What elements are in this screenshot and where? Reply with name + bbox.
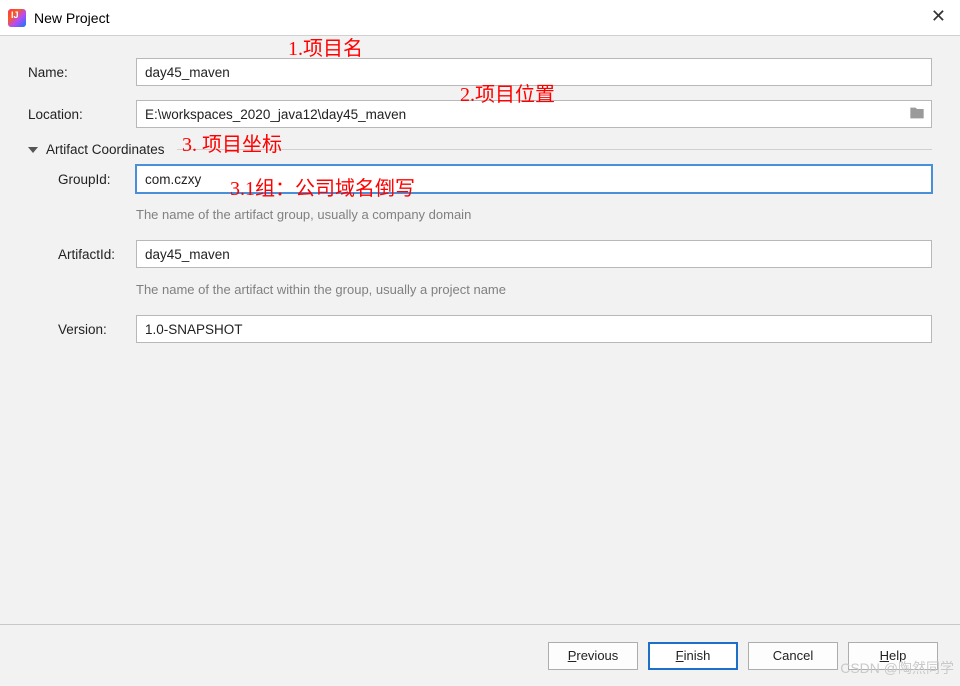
folder-icon[interactable] — [908, 105, 926, 121]
location-row: Location: — [28, 100, 932, 128]
titlebar: New Project ✕ — [0, 0, 960, 36]
artifact-block: GroupId: The name of the artifact group,… — [28, 165, 932, 343]
finish-button[interactable]: Finish — [648, 642, 738, 670]
location-label: Location: — [28, 107, 136, 122]
previous-button[interactable]: Previous — [548, 642, 638, 670]
cancel-button[interactable]: Cancel — [748, 642, 838, 670]
location-input-wrap — [136, 100, 932, 128]
name-label: Name: — [28, 65, 136, 80]
intellij-icon — [8, 9, 26, 27]
groupid-hint: The name of the artifact group, usually … — [136, 207, 932, 222]
section-divider — [177, 149, 932, 150]
artifactid-input[interactable] — [136, 240, 932, 268]
version-row: Version: — [58, 315, 932, 343]
help-button[interactable]: Help — [848, 642, 938, 670]
close-icon[interactable]: ✕ — [931, 6, 946, 27]
artifactid-row: ArtifactId: — [58, 240, 932, 268]
artifact-section-title: Artifact Coordinates — [46, 142, 165, 157]
version-label: Version: — [58, 322, 136, 337]
window-title: New Project — [34, 10, 109, 26]
name-row: Name: — [28, 58, 932, 86]
location-input[interactable] — [136, 100, 932, 128]
artifactid-hint: The name of the artifact within the grou… — [136, 282, 932, 297]
groupid-label: GroupId: — [58, 172, 136, 187]
groupid-row: GroupId: — [58, 165, 932, 193]
artifactid-label: ArtifactId: — [58, 247, 136, 262]
groupid-input[interactable] — [136, 165, 932, 193]
artifact-coordinates-toggle[interactable]: Artifact Coordinates — [28, 142, 932, 157]
dialog-content: Name: Location: Artifact Coordinates Gro… — [0, 36, 960, 343]
annotation-1: 1.项目名 — [288, 32, 363, 61]
version-input[interactable] — [136, 315, 932, 343]
name-input[interactable] — [136, 58, 932, 86]
chevron-down-icon — [28, 147, 38, 153]
dialog-footer: Previous Finish Cancel Help — [0, 624, 960, 686]
